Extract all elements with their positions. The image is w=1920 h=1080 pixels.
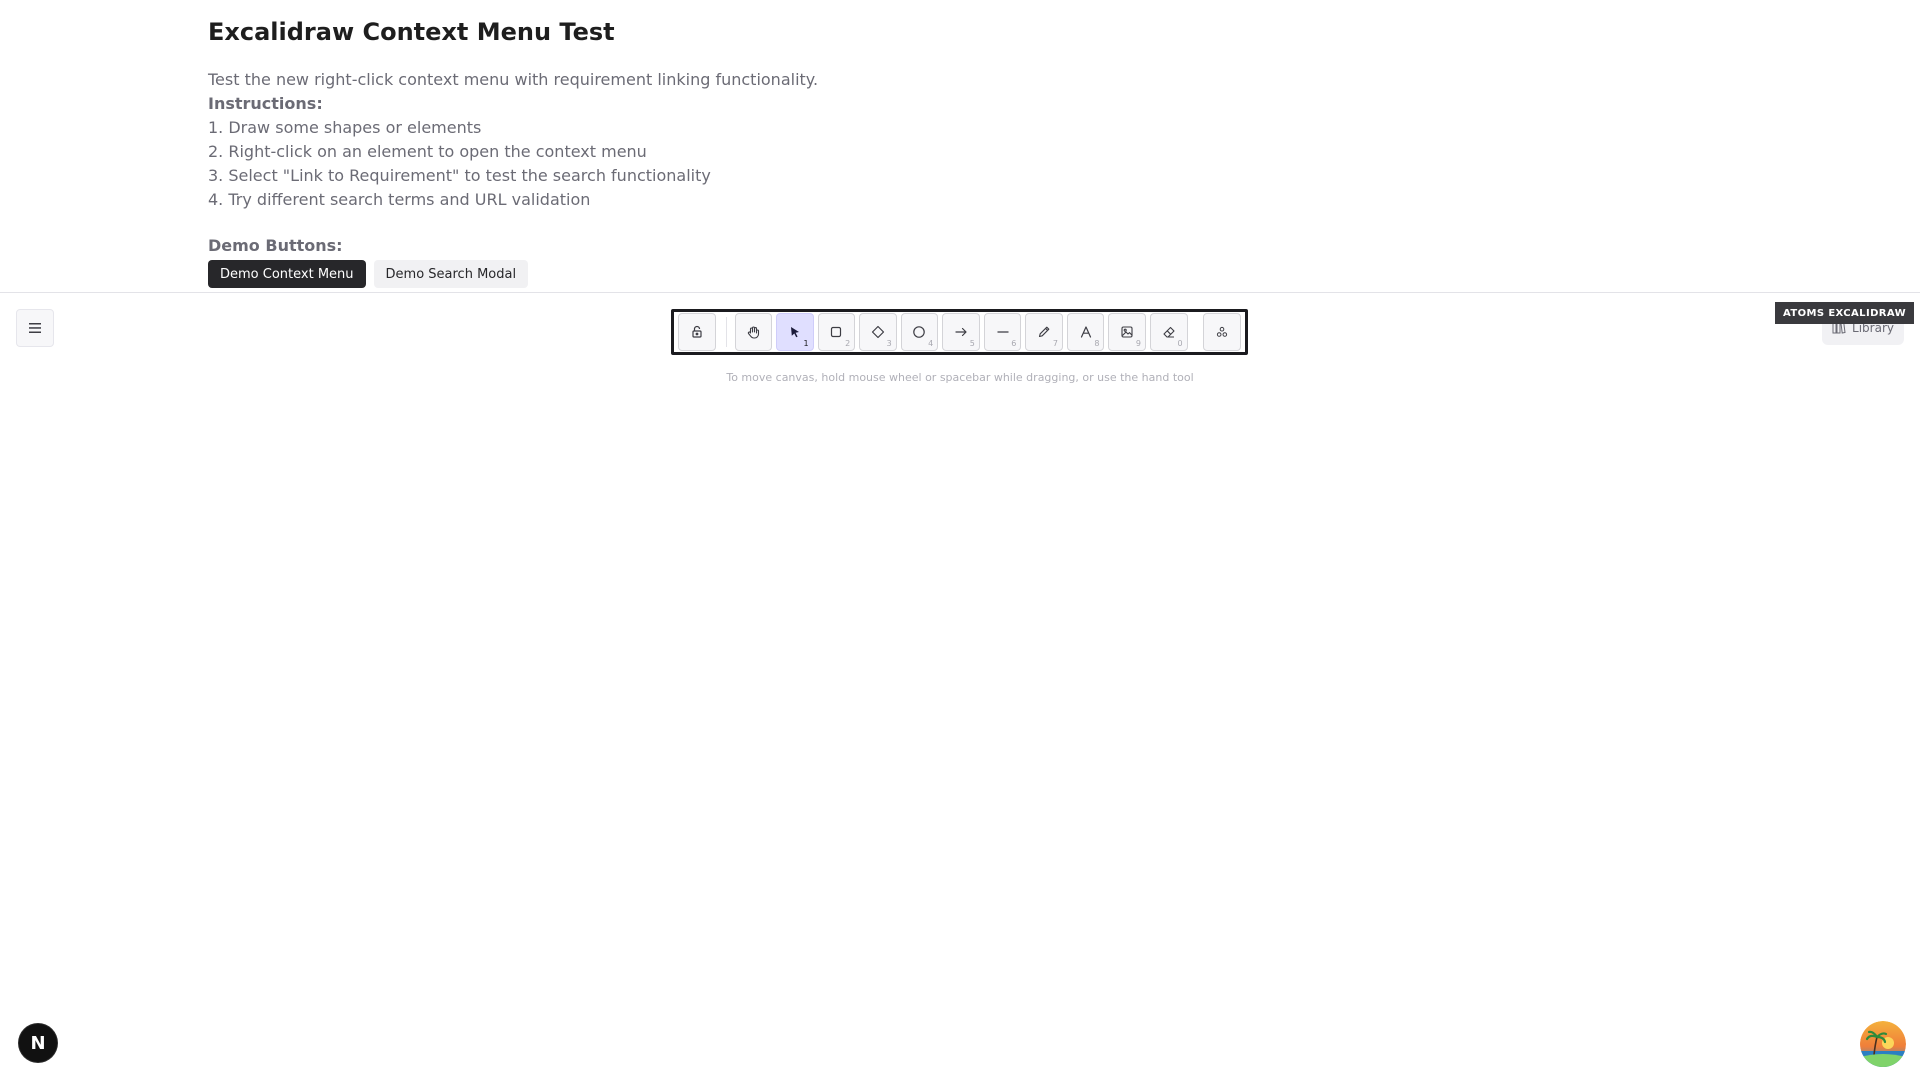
tool-diamond[interactable]: 3: [859, 313, 897, 351]
pencil-icon: [1039, 326, 1050, 338]
shortcut-key: 8: [1094, 339, 1100, 348]
tool-draw[interactable]: 7: [1025, 313, 1063, 351]
tool-line[interactable]: 6: [983, 313, 1022, 351]
shortcut-key: 0: [1177, 339, 1183, 348]
toolbar-divider: [725, 317, 727, 347]
avatar-image: [1860, 1021, 1906, 1067]
line-icon: [996, 331, 1009, 333]
page-description: Test the new right-click context menu wi…: [208, 70, 819, 89]
demo-buttons-heading: Demo Buttons:: [208, 236, 343, 255]
tool-lock[interactable]: [678, 313, 716, 351]
hand-icon: [747, 325, 759, 339]
tool-selection[interactable]: 1: [776, 313, 814, 351]
test-header: Excalidraw Context Menu Test Test the ne…: [0, 0, 1920, 293]
tool-image[interactable]: 9: [1108, 313, 1146, 351]
tool-extra[interactable]: [1203, 313, 1241, 351]
instructions-list: 1. Draw some shapes or elements 2. Right…: [208, 116, 1408, 212]
instruction-item: 4. Try different search terms and URL va…: [208, 190, 591, 209]
instruction-item: 1. Draw some shapes or elements: [208, 118, 482, 137]
shapes-toolbar: 1 2 3 4 5 6 7 8 9 0: [671, 309, 1248, 355]
diamond-icon: [871, 325, 885, 339]
shortcut-key: 3: [886, 339, 892, 348]
tool-arrow[interactable]: 5: [942, 313, 980, 351]
shortcut-key: 7: [1052, 339, 1058, 348]
demo-context-menu-button[interactable]: Demo Context Menu: [208, 260, 366, 288]
rectangle-icon: [831, 326, 842, 338]
demo-search-modal-button[interactable]: Demo Search Modal: [373, 260, 529, 288]
tool-rectangle[interactable]: 2: [817, 313, 856, 351]
header-content: Excalidraw Context Menu Test Test the ne…: [208, 14, 1408, 288]
eraser-icon: [1163, 326, 1175, 338]
shapes-icon: [1217, 326, 1228, 337]
instructions-heading: Instructions:: [208, 94, 323, 113]
shortcut-key: 2: [845, 339, 851, 348]
text-icon: [1080, 326, 1091, 338]
next-logo-icon: N: [30, 1032, 46, 1054]
shortcut-key: 9: [1135, 339, 1141, 348]
tool-ellipse[interactable]: 4: [900, 313, 939, 351]
next-dev-indicator[interactable]: N: [19, 1024, 57, 1062]
hamburger-icon: [29, 323, 41, 333]
arrow-icon: [955, 327, 967, 337]
shortcut-key: 4: [928, 339, 934, 348]
tool-eraser[interactable]: 0: [1150, 313, 1188, 351]
page-title: Excalidraw Context Menu Test: [208, 18, 615, 46]
main-menu-button[interactable]: [16, 309, 54, 347]
shortcut-key: 6: [1011, 339, 1017, 348]
user-avatar[interactable]: [1860, 1021, 1906, 1067]
canvas-hint: To move canvas, hold mouse wheel or spac…: [726, 371, 1194, 384]
shortcut-key: 1: [803, 339, 809, 348]
lock-icon: [692, 325, 702, 338]
instruction-item: 2. Right-click on an element to open the…: [208, 142, 647, 161]
shortcut-key: 5: [969, 339, 975, 348]
demo-buttons: Demo Context Menu Demo Search Modal: [208, 260, 1408, 288]
tool-hand[interactable]: [734, 313, 773, 351]
tool-text[interactable]: 8: [1066, 313, 1105, 351]
pointer-icon: [790, 327, 799, 338]
drawing-canvas[interactable]: 1 2 3 4 5 6 7 8 9 0 To move canvas, hold…: [0, 293, 1920, 1080]
instruction-item: 3. Select "Link to Requirement" to test …: [208, 166, 711, 185]
image-icon: [1121, 326, 1133, 338]
atoms-excalidraw-badge: ATOMS EXCALIDRAW: [1775, 302, 1914, 324]
ellipse-icon: [913, 326, 926, 338]
app-page: Excalidraw Context Menu Test Test the ne…: [0, 0, 1920, 1080]
